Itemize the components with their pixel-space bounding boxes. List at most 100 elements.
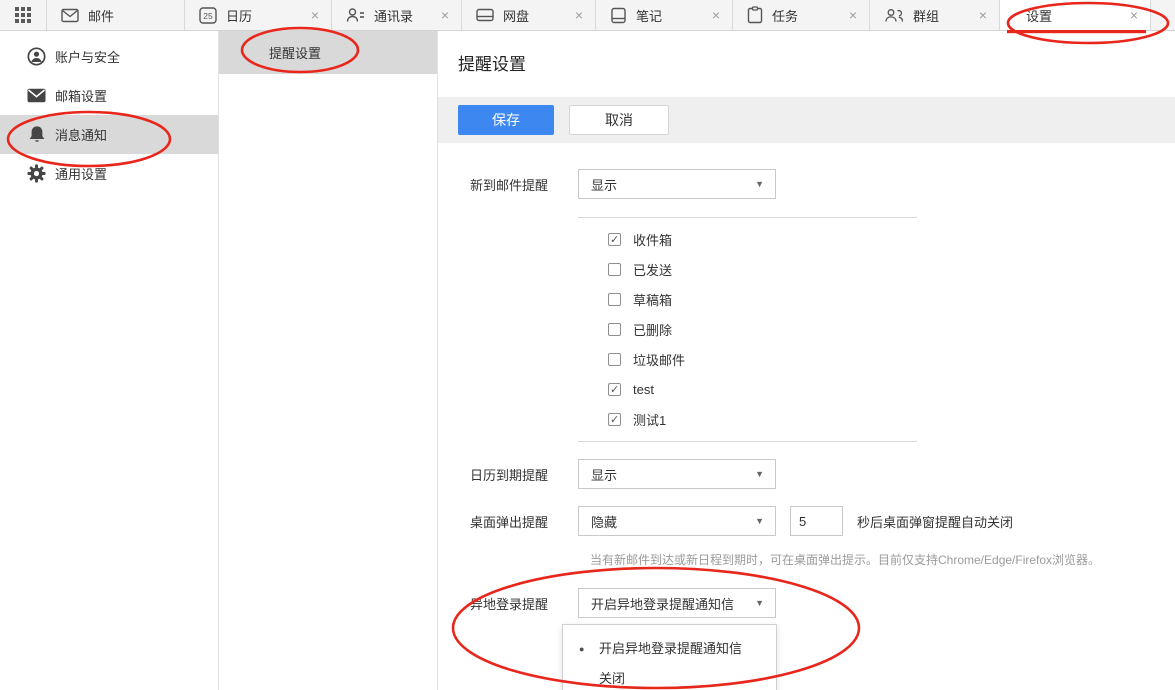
tab-label: 笔记 bbox=[636, 6, 662, 25]
tab-label: 邮件 bbox=[88, 6, 114, 25]
desktop-popup-reminder-row: 桌面弹出提醒 隐藏 秒后桌面弹窗提醒自动关闭 bbox=[470, 506, 1175, 536]
field-label: 日历到期提醒 bbox=[470, 465, 578, 484]
tab-groups[interactable]: 群组 × bbox=[870, 0, 1000, 30]
tasks-icon bbox=[747, 6, 763, 24]
caret-down-icon bbox=[755, 179, 764, 189]
app-tabbar: 邮件 25 日历 × 通讯录 × 网盘 × 笔 bbox=[0, 0, 1175, 31]
sidebar-item-general-settings[interactable]: 通用设置 bbox=[0, 154, 218, 193]
tab-notes[interactable]: 笔记 × bbox=[596, 0, 733, 30]
select-value: 显示 bbox=[591, 465, 617, 484]
field-label: 桌面弹出提醒 bbox=[470, 512, 578, 531]
tab-label: 设置 bbox=[1026, 6, 1052, 25]
calendar-due-select[interactable]: 显示 bbox=[578, 459, 776, 489]
grid-icon bbox=[15, 7, 31, 23]
tab-label: 任务 bbox=[772, 6, 798, 25]
checkbox-icon bbox=[608, 233, 621, 246]
select-value: 开启异地登录提醒通知信 bbox=[591, 594, 734, 613]
sidebar-item-label: 账户与安全 bbox=[55, 47, 120, 66]
menu-item-close[interactable]: 关闭 bbox=[563, 662, 776, 690]
close-icon[interactable]: × bbox=[977, 7, 989, 23]
caret-down-icon bbox=[755, 516, 764, 526]
folder-checkbox-group: 收件箱 已发送 草稿箱 已删除 垃圾邮件 test 测试1 bbox=[578, 217, 917, 442]
folder-checkbox-drafts[interactable]: 草稿箱 bbox=[578, 284, 917, 314]
checkbox-icon bbox=[608, 293, 621, 306]
tab-tasks[interactable]: 任务 × bbox=[733, 0, 870, 30]
settings-sidebar: 账户与安全 邮箱设置 消息通知 通用设置 bbox=[0, 31, 219, 690]
folder-checkbox-test1[interactable]: 测试1 bbox=[578, 404, 917, 434]
close-icon[interactable]: × bbox=[573, 7, 585, 23]
close-icon[interactable]: × bbox=[847, 7, 859, 23]
new-mail-reminder-row: 新到邮件提醒 显示 bbox=[470, 169, 1175, 199]
tab-calendar[interactable]: 25 日历 × bbox=[185, 0, 332, 30]
tab-contacts[interactable]: 通讯录 × bbox=[332, 0, 462, 30]
contacts-icon bbox=[346, 7, 365, 23]
webmail-settings-window: 邮件 25 日历 × 通讯录 × 网盘 × 笔 bbox=[0, 0, 1175, 690]
sidebar-item-label: 通用设置 bbox=[55, 164, 107, 183]
sidebar-item-label: 邮箱设置 bbox=[55, 86, 107, 105]
remote-login-dropdown-menu: 开启异地登录提醒通知信 关闭 bbox=[562, 624, 777, 690]
settings-subnav: 提醒设置 bbox=[219, 31, 438, 690]
sidebar-item-mailbox-settings[interactable]: 邮箱设置 bbox=[0, 76, 218, 115]
remote-login-reminder-row: 异地登录提醒 开启异地登录提醒通知信 开启异地登录提醒通知信 关闭 bbox=[470, 588, 1175, 618]
tab-label: 日历 bbox=[226, 6, 252, 25]
app-launcher-button[interactable] bbox=[0, 0, 47, 30]
page-title: 提醒设置 bbox=[438, 31, 1175, 75]
sidebar-item-account-security[interactable]: 账户与安全 bbox=[0, 37, 218, 76]
folder-checkbox-sent[interactable]: 已发送 bbox=[578, 254, 917, 284]
svg-text:25: 25 bbox=[203, 11, 213, 21]
calendar-icon: 25 bbox=[199, 7, 217, 24]
new-mail-reminder-select[interactable]: 显示 bbox=[578, 169, 776, 199]
menu-item-label: 关闭 bbox=[599, 668, 625, 687]
account-icon bbox=[27, 47, 46, 66]
toolbar: 保存 取消 bbox=[438, 97, 1175, 143]
field-label: 异地登录提醒 bbox=[470, 594, 578, 613]
menu-item-enable-remote-login-notice[interactable]: 开启异地登录提醒通知信 bbox=[563, 632, 776, 662]
close-icon[interactable]: × bbox=[309, 7, 321, 23]
tab-settings[interactable]: 设置 × bbox=[1000, 0, 1151, 30]
save-button[interactable]: 保存 bbox=[458, 105, 554, 135]
subnav-item-label: 提醒设置 bbox=[269, 43, 321, 62]
groups-icon bbox=[884, 8, 904, 23]
bell-icon bbox=[27, 125, 46, 144]
popup-help-note: 当有新邮件到达或新日程到期时，可在桌面弹出提示。目前仅支持Chrome/Edge… bbox=[590, 551, 1175, 568]
selected-dot-icon bbox=[579, 640, 599, 655]
checkbox-icon bbox=[608, 383, 621, 396]
popup-seconds-suffix: 秒后桌面弹窗提醒自动关闭 bbox=[857, 512, 1013, 531]
tab-label: 群组 bbox=[913, 6, 939, 25]
checkbox-icon bbox=[608, 323, 621, 336]
caret-down-icon bbox=[755, 598, 764, 608]
remote-login-select[interactable]: 开启异地登录提醒通知信 bbox=[578, 588, 776, 618]
folder-checkbox-spam[interactable]: 垃圾邮件 bbox=[578, 344, 917, 374]
desktop-popup-select[interactable]: 隐藏 bbox=[578, 506, 776, 536]
checkbox-icon bbox=[608, 353, 621, 366]
mail-icon bbox=[61, 8, 79, 23]
tab-mail[interactable]: 邮件 bbox=[47, 0, 185, 30]
tab-label: 网盘 bbox=[503, 6, 529, 25]
folder-checkbox-test[interactable]: test bbox=[578, 374, 917, 404]
cancel-button[interactable]: 取消 bbox=[569, 105, 669, 135]
sidebar-item-notifications[interactable]: 消息通知 bbox=[0, 115, 218, 154]
field-label: 新到邮件提醒 bbox=[470, 175, 578, 194]
tab-label: 通讯录 bbox=[374, 6, 413, 25]
subnav-item-reminder-settings[interactable]: 提醒设置 bbox=[219, 31, 437, 74]
sidebar-item-label: 消息通知 bbox=[55, 125, 107, 144]
calendar-due-reminder-row: 日历到期提醒 显示 bbox=[470, 459, 1175, 489]
menu-item-label: 开启异地登录提醒通知信 bbox=[599, 638, 742, 657]
close-icon[interactable]: × bbox=[710, 7, 722, 23]
folder-checkbox-inbox[interactable]: 收件箱 bbox=[578, 224, 917, 254]
folder-checkbox-deleted[interactable]: 已删除 bbox=[578, 314, 917, 344]
tab-netdisk[interactable]: 网盘 × bbox=[462, 0, 596, 30]
popup-seconds-input[interactable] bbox=[790, 506, 843, 536]
close-icon[interactable]: × bbox=[1128, 7, 1140, 23]
select-value: 隐藏 bbox=[591, 512, 617, 531]
mailbox-settings-icon bbox=[27, 86, 46, 105]
select-value: 显示 bbox=[591, 175, 617, 194]
notes-icon bbox=[610, 7, 627, 24]
checkbox-icon bbox=[608, 263, 621, 276]
gear-icon bbox=[27, 164, 46, 183]
close-icon[interactable]: × bbox=[439, 7, 451, 23]
reminder-settings-pane: 提醒设置 保存 取消 新到邮件提醒 显示 收件箱 已发送 草稿箱 已删除 垃圾邮… bbox=[438, 31, 1175, 690]
drive-icon bbox=[476, 7, 494, 23]
caret-down-icon bbox=[755, 469, 764, 479]
checkbox-icon bbox=[608, 413, 621, 426]
